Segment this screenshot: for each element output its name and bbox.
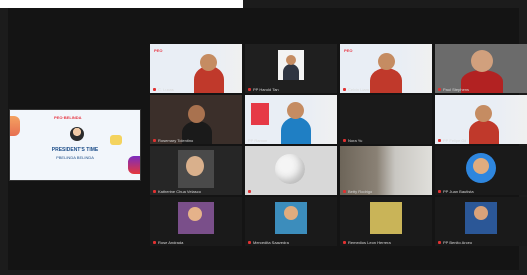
participant-figure xyxy=(469,120,499,144)
participant-tile[interactable]: Rosemary Tolentino xyxy=(150,95,242,144)
participant-tile[interactable]: PP Felipe Gil xyxy=(435,95,527,144)
participant-name: Nora Yu xyxy=(343,138,362,143)
participant-head xyxy=(378,53,395,70)
participant-video xyxy=(340,146,432,195)
trophy-icon xyxy=(110,135,122,145)
participant-tile[interactable]: Betty Rodrigo xyxy=(340,146,432,195)
participant-name: PP Juan Bautista xyxy=(438,189,474,194)
mic-muted-icon xyxy=(343,139,346,142)
participant-name: C. Lucas xyxy=(153,87,174,92)
participant-video xyxy=(435,95,527,144)
participant-video xyxy=(435,197,527,246)
participant-name: Celvin Liam xyxy=(343,87,369,92)
mic-muted-icon xyxy=(343,241,346,244)
participant-figure xyxy=(370,68,402,93)
participant-name: Betty Rodrigo xyxy=(343,189,372,194)
participant-video xyxy=(245,44,337,93)
participant-name: PP Harold Tan xyxy=(248,87,279,92)
participant-name: Rose Andrada xyxy=(153,240,183,245)
participant-head xyxy=(286,55,296,65)
participant-video xyxy=(150,95,242,144)
mic-muted-icon xyxy=(438,190,441,193)
participant-tile[interactable]: Rose Andrada xyxy=(150,197,242,246)
participant-tile[interactable]: Prudenciana Rodriguez xyxy=(245,146,337,195)
participant-photo xyxy=(370,202,402,234)
presenter-photo xyxy=(70,127,84,141)
participant-head xyxy=(188,207,202,221)
active-speaker-tile[interactable]: PP Ramon xyxy=(245,95,337,144)
participant-video xyxy=(245,146,337,195)
mic-muted-icon xyxy=(248,190,251,193)
participant-tile[interactable]: Nora Yu xyxy=(340,95,432,144)
shared-screen-title: PRESIDENT'S TIME xyxy=(51,147,99,153)
mic-muted-icon xyxy=(153,241,156,244)
mic-muted-icon xyxy=(438,88,441,91)
participant-tile[interactable]: Paul Stephens xyxy=(435,44,527,93)
participant-figure xyxy=(283,64,299,80)
decorative-shape xyxy=(10,116,20,136)
banner-graphic xyxy=(251,103,269,125)
participant-photo xyxy=(275,154,305,184)
mic-muted-icon xyxy=(153,190,156,193)
participant-video: PEO xyxy=(340,44,432,93)
participant-tile[interactable]: PEO C. Lucas xyxy=(150,44,242,93)
participant-video xyxy=(150,197,242,246)
participant-video: PEO xyxy=(150,44,242,93)
participant-tile[interactable]: PEO Celvin Liam xyxy=(340,44,432,93)
decorative-shape xyxy=(128,156,140,174)
participant-name: Prudenciana Rodriguez xyxy=(248,189,295,194)
participant-name: Mercedita Saavedra xyxy=(248,240,289,245)
mic-muted-icon xyxy=(248,241,251,244)
mic-muted-icon xyxy=(438,241,441,244)
participant-name: PP Ramon xyxy=(248,138,268,143)
participant-head xyxy=(188,105,205,123)
shared-screen-thumbnail[interactable]: PEO·BELINDA PRESIDENT'S TIME PBELINDA BE… xyxy=(9,109,141,181)
participant-name: Katherine Chua Velasco xyxy=(153,189,201,194)
shared-screen-logo: PEO·BELINDA xyxy=(54,115,82,120)
participant-name: PP Benito Arceo xyxy=(438,240,472,245)
participant-head xyxy=(473,158,489,174)
participant-video xyxy=(150,146,242,195)
participant-head xyxy=(186,156,204,176)
mic-muted-icon xyxy=(343,190,346,193)
participant-head xyxy=(475,105,492,122)
participant-name: PP Felipe Gil xyxy=(438,138,466,143)
mic-muted-icon xyxy=(153,88,156,91)
participant-figure xyxy=(281,117,311,144)
participant-video xyxy=(245,197,337,246)
participant-head xyxy=(200,54,217,71)
participant-video xyxy=(340,197,432,246)
participant-head xyxy=(474,206,488,220)
participant-head xyxy=(284,206,298,220)
participant-video xyxy=(340,95,432,144)
mic-muted-icon xyxy=(153,139,156,142)
participant-name: Paul Stephens xyxy=(438,87,469,92)
participant-video xyxy=(435,146,527,195)
participant-tile[interactable]: Katherine Chua Velasco xyxy=(150,146,242,195)
participant-name: Rosemary Tolentino xyxy=(153,138,193,143)
shared-screen-subtitle: PBELINDA BELINDA xyxy=(56,155,94,160)
window-top-strip xyxy=(0,0,243,8)
participant-tile[interactable]: PP Harold Tan xyxy=(245,44,337,93)
participant-video xyxy=(435,44,527,93)
mic-muted-icon xyxy=(343,88,346,91)
participant-tile[interactable]: Mercedita Saavedra xyxy=(245,197,337,246)
mic-muted-icon xyxy=(248,88,251,91)
participant-name: Remedios Leon Herrera xyxy=(343,240,391,245)
participant-tile[interactable]: PP Juan Bautista xyxy=(435,146,527,195)
participant-head xyxy=(287,102,304,119)
participant-head xyxy=(471,50,493,72)
participant-tile[interactable]: PP Benito Arceo xyxy=(435,197,527,246)
participant-video xyxy=(245,95,337,144)
participant-tile[interactable]: Remedios Leon Herrera xyxy=(340,197,432,246)
mic-muted-icon xyxy=(438,139,441,142)
